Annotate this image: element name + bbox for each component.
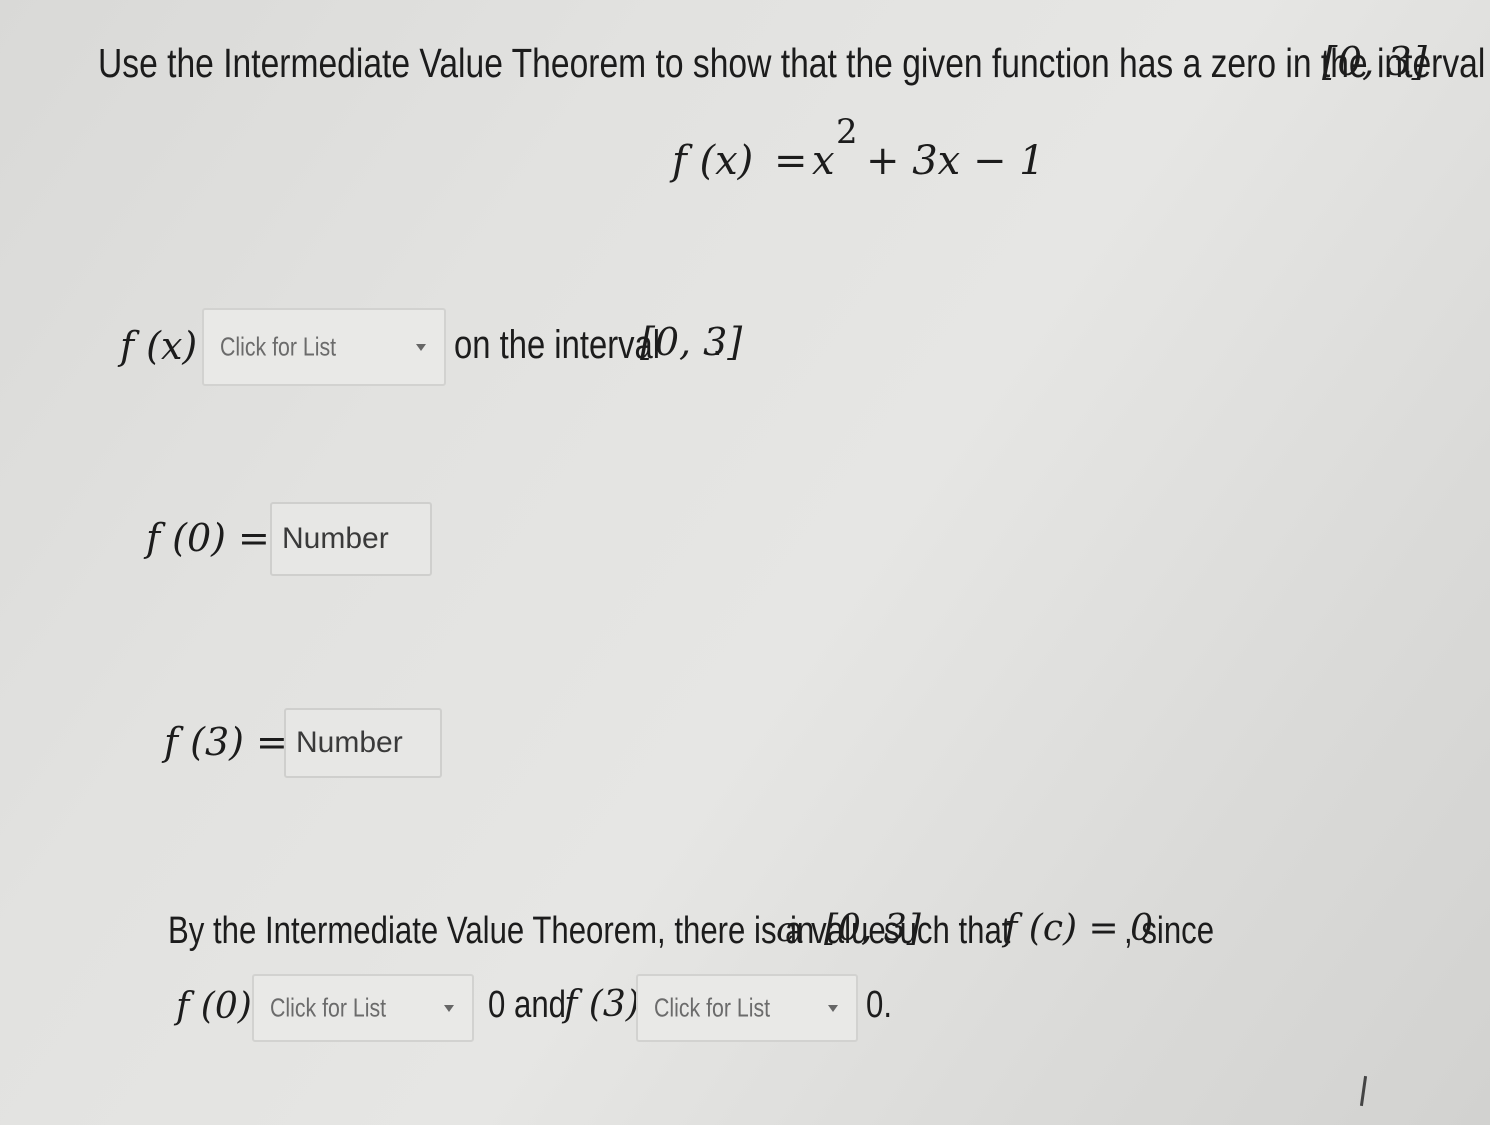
f3-number-field[interactable] — [284, 708, 442, 778]
f0-number-field[interactable] — [270, 502, 432, 576]
continuity-interval: [0, 3] — [640, 320, 743, 364]
f3-comparison-dropdown[interactable]: Click for List — [636, 974, 858, 1042]
conclusion-since: , since — [1124, 910, 1215, 952]
f3-comparison-placeholder: Click for List — [654, 992, 771, 1023]
function-exponent: 2 — [836, 112, 858, 152]
conclusion-middle-text: 0 and — [488, 984, 566, 1026]
conclusion-such-that: such that — [884, 910, 1011, 952]
continuity-row: f (x) Click for List on the interval [0,… — [120, 306, 820, 386]
function-x: x — [812, 138, 835, 184]
continuity-dropdown-placeholder: Click for List — [220, 331, 337, 362]
function-equals: = — [774, 138, 808, 184]
f0-input[interactable] — [272, 504, 430, 574]
continuity-period: . — [712, 322, 723, 364]
chevron-down-icon — [828, 1005, 838, 1012]
question-intro: Use the Intermediate Value Theorem to sh… — [98, 40, 1486, 86]
conclusion-f0-label: f (0) — [176, 986, 252, 1027]
f0-comparison-placeholder: Click for List — [270, 992, 387, 1023]
continuity-suffix: on the interval — [454, 323, 661, 367]
chevron-down-icon — [444, 1005, 454, 1012]
text-cursor-icon — [1359, 1075, 1368, 1107]
question-period: . — [1402, 41, 1413, 84]
f3-label: f (3) = — [164, 720, 288, 764]
conclusion-in: in — [790, 910, 815, 952]
f0-comparison-dropdown[interactable]: Click for List — [252, 974, 474, 1042]
f3-input[interactable] — [286, 710, 440, 776]
function-lhs: f (x) — [672, 138, 754, 184]
function-rest: + 3x − 1 — [866, 138, 1045, 184]
f0-row: f (0) = — [146, 502, 446, 578]
conclusion-line-1: By the Intermediate Value Theorem, there… — [168, 906, 1268, 956]
conclusion-f3-label: f (3) — [564, 984, 640, 1025]
f0-label: f (0) = — [146, 516, 270, 560]
chevron-down-icon — [416, 344, 426, 351]
conclusion-end: 0. — [866, 984, 892, 1026]
continuity-label: f (x) — [120, 324, 198, 368]
continuity-dropdown[interactable]: Click for List — [202, 308, 446, 386]
f3-row: f (3) = — [164, 708, 464, 780]
conclusion-line-2: f (0) Click for List 0 and f (3) Click f… — [176, 972, 936, 1044]
